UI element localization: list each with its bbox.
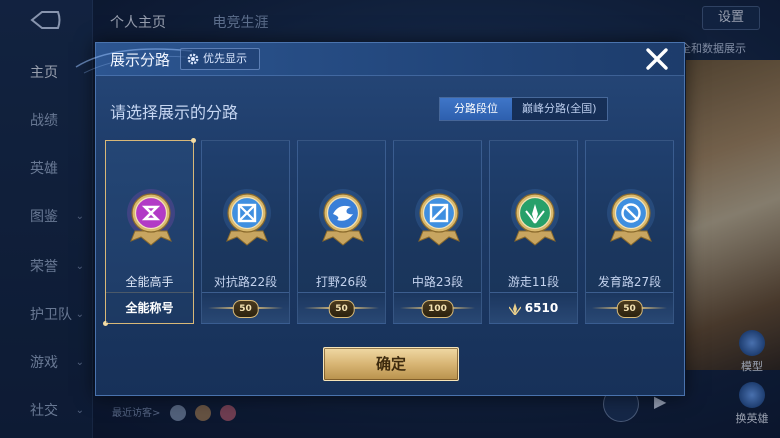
star-count-badge: 50 (232, 300, 259, 318)
peak-score-icon (508, 302, 521, 315)
clash-lane-icon (223, 189, 271, 246)
priority-display-button[interactable]: 优先显示 (180, 48, 260, 70)
star-count-badge: 50 (616, 300, 643, 318)
selection-corner (191, 138, 196, 143)
lane-card-footer: 50 (202, 292, 289, 323)
jungle-icon (319, 189, 367, 246)
dialog-title: 展示分路 (110, 51, 171, 69)
lane-card[interactable]: 发育路27段 50 (585, 140, 674, 324)
lane-card-name: 全能高手 (125, 275, 174, 289)
mid-lane-icon (415, 189, 463, 246)
lane-card-name: 游走11段 (507, 275, 560, 289)
priority-display-label: 优先显示 (203, 52, 247, 65)
confirm-button[interactable]: 确定 (323, 347, 459, 381)
farm-lane-icon (607, 189, 655, 246)
lane-card-footer: 全能称号 (106, 292, 193, 323)
lane-card-footer: 50 (586, 292, 673, 323)
close-icon[interactable] (644, 46, 670, 72)
tab-peak-lane[interactable]: 巅峰分路(全国) (512, 98, 607, 120)
lane-card-name: 发育路27段 (597, 275, 662, 289)
lane-card[interactable]: 中路23段 100 (393, 140, 482, 324)
title-label: 全能称号 (125, 301, 174, 315)
lane-card-footer: 6510 (490, 292, 577, 323)
dialog-header: 展示分路 优先显示 (75, 43, 684, 76)
lane-card-name: 打野26段 (315, 275, 368, 289)
lane-card[interactable]: 对抗路22段 50 (201, 140, 290, 324)
star-count-badge: 50 (328, 300, 355, 318)
tab-lane-rank[interactable]: 分路段位 (440, 98, 512, 120)
lane-display-dialog: 展示分路 优先显示 请选择展示的分路 分路段位 巅峰分路(全国) 全能高手全能称… (75, 42, 685, 396)
all-round-icon (127, 189, 175, 246)
gear-icon (187, 53, 199, 65)
lane-card[interactable]: 全能高手 全能称号 (103, 138, 196, 326)
lane-card[interactable]: 打野26段 50 (297, 140, 386, 324)
star-count-badge: 100 (421, 300, 454, 318)
lane-mode-toggle: 分路段位 巅峰分路(全国) (439, 97, 608, 121)
lane-card-footer: 100 (394, 292, 481, 323)
roam-icon (511, 189, 559, 246)
lane-card-name: 对抗路22段 (213, 275, 278, 289)
lane-card-footer: 50 (298, 292, 385, 323)
peak-score: 6510 (490, 293, 577, 323)
lane-card[interactable]: 游走11段 6510 (489, 140, 578, 324)
dialog-subtitle: 请选择展示的分路 (110, 103, 239, 122)
peak-score-value: 6510 (524, 301, 559, 315)
lane-card-name: 中路23段 (411, 275, 464, 289)
